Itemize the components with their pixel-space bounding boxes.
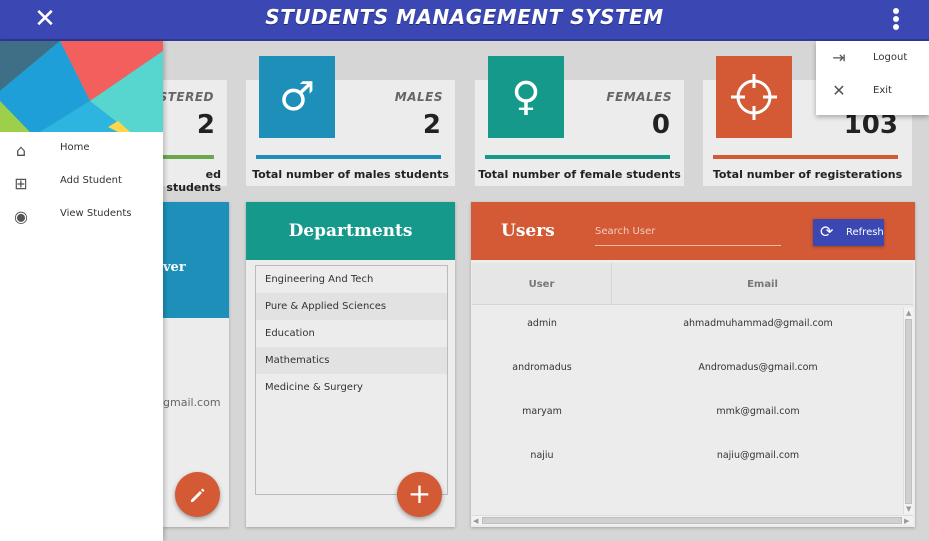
users-header: Users Search User ⟳ Refresh (471, 202, 915, 260)
table-row[interactable]: andromadus Andromadus@gmail.com (472, 352, 904, 396)
list-item[interactable]: Engineering And Tech (256, 266, 447, 293)
list-item[interactable]: Pure & Applied Sciences (256, 293, 447, 320)
close-icon: ✕ (832, 81, 846, 100)
stat-description: Total number of female students (478, 168, 681, 181)
departments-header: Departments (246, 202, 455, 260)
horizontal-scrollbar[interactable]: ◀ ▶ (472, 515, 913, 525)
top-app-bar: ✕ STUDENTS MANAGEMENT SYSTEM (0, 0, 929, 41)
add-department-button[interactable]: + (397, 472, 442, 517)
logout-icon: ⇥ (832, 48, 846, 67)
profile-email: gmail.com (163, 396, 221, 409)
table-row[interactable]: maryam mmk@gmail.com (472, 396, 904, 440)
stat-description: ed students (166, 168, 221, 194)
options-menu: ⇥ Logout ✕ Exit (816, 41, 929, 115)
stat-card-registered: ISTERED 2 ed students (154, 80, 227, 194)
menu-item-label: Logout (873, 52, 908, 63)
profile-panel: ver gmail.com (163, 202, 229, 527)
refresh-button[interactable]: ⟳ Refresh (813, 219, 884, 246)
stat-card-males: ♂ MALES 2 Total number of males students (246, 56, 455, 186)
departments-title: Departments (288, 221, 413, 241)
drawer-item-label: Add Student (60, 175, 122, 186)
drawer-item-home[interactable]: ⌂ Home (0, 134, 163, 166)
drawer-item-label: View Students (60, 208, 132, 219)
pencil-icon (191, 488, 205, 502)
cell-email: Andromadus@gmail.com (698, 362, 818, 373)
scroll-up-icon[interactable]: ▲ (906, 309, 911, 317)
scroll-thumb[interactable] (482, 517, 902, 524)
scroll-right-icon[interactable]: ▶ (904, 517, 909, 525)
profile-heading: ver (163, 260, 186, 275)
scroll-down-icon[interactable]: ▼ (906, 505, 911, 513)
stat-value: 2 (422, 110, 441, 140)
drawer-header-art (0, 41, 163, 132)
vertical-scrollbar[interactable]: ▲ ▼ (903, 308, 913, 514)
crosshair-icon (716, 56, 792, 138)
scroll-left-icon[interactable]: ◀ (473, 517, 478, 525)
cell-email: mmk@gmail.com (716, 406, 800, 417)
cell-email: ahmadmuhammad@gmail.com (683, 318, 833, 329)
drawer-item-add-student[interactable]: ⊞ Add Student (0, 167, 163, 199)
drawer-item-label: Home (60, 142, 90, 153)
stat-bar (163, 155, 214, 159)
add-box-icon: ⊞ (14, 174, 28, 193)
home-icon: ⌂ (15, 141, 27, 160)
list-item[interactable]: Medicine & Surgery (256, 374, 447, 401)
stat-description: Total number of registerations (712, 168, 903, 181)
drawer-item-view-students[interactable]: ◉ View Students (0, 200, 163, 232)
search-user-input[interactable]: Search User (595, 224, 781, 246)
menu-item-exit[interactable]: ✕ Exit (816, 76, 929, 106)
profile-header: ver (163, 202, 229, 318)
table-row[interactable]: admin ahmadmuhammad@gmail.com (472, 308, 904, 352)
stat-value: 2 (196, 110, 215, 140)
refresh-icon: ⟳ (820, 222, 834, 241)
stat-value: 0 (651, 110, 670, 140)
stat-bar (713, 155, 898, 159)
plus-icon: + (407, 477, 432, 510)
users-table: User Email admin ahmadmuhammad@gmail.com… (472, 263, 913, 525)
stat-card-females: ♀ FEMALES 0 Total number of female stude… (475, 56, 684, 186)
table-row[interactable]: najiu najiu@gmail.com (472, 440, 904, 484)
stat-caption: FEMALES (606, 90, 672, 104)
app-title: STUDENTS MANAGEMENT SYSTEM (265, 5, 664, 29)
refresh-label: Refresh (846, 227, 884, 238)
menu-item-logout[interactable]: ⇥ Logout (816, 43, 929, 73)
table-header: User Email (472, 263, 913, 305)
eye-icon: ◉ (14, 207, 28, 226)
stat-caption: MALES (394, 90, 443, 104)
menu-item-label: Exit (873, 85, 892, 96)
cell-email: najiu@gmail.com (716, 450, 800, 461)
users-panel: Users Search User ⟳ Refresh User Email a… (471, 202, 915, 527)
scroll-thumb[interactable] (905, 319, 912, 504)
navigation-drawer: ⌂ Home ⊞ Add Student ◉ View Students (0, 41, 163, 541)
more-options-icon[interactable] (886, 6, 906, 34)
users-title: Users (501, 221, 555, 241)
column-header-user[interactable]: User (472, 263, 612, 305)
list-item[interactable]: Education (256, 320, 447, 347)
cell-user: admin (527, 318, 557, 329)
cell-user: maryam (522, 406, 562, 417)
stat-bar (485, 155, 670, 159)
stat-bar (256, 155, 441, 159)
list-item[interactable]: Mathematics (256, 347, 447, 374)
female-icon: ♀ (488, 56, 564, 138)
male-icon: ♂ (259, 56, 335, 138)
edit-button[interactable] (175, 472, 220, 517)
cell-user: andromadus (512, 362, 572, 373)
column-header-email[interactable]: Email (612, 263, 913, 305)
departments-list: Engineering And Tech Pure & Applied Scie… (255, 265, 448, 495)
stat-description: Total number of males students (252, 168, 449, 181)
departments-panel: Departments Engineering And Tech Pure & … (246, 202, 455, 527)
cell-user: najiu (530, 450, 554, 461)
